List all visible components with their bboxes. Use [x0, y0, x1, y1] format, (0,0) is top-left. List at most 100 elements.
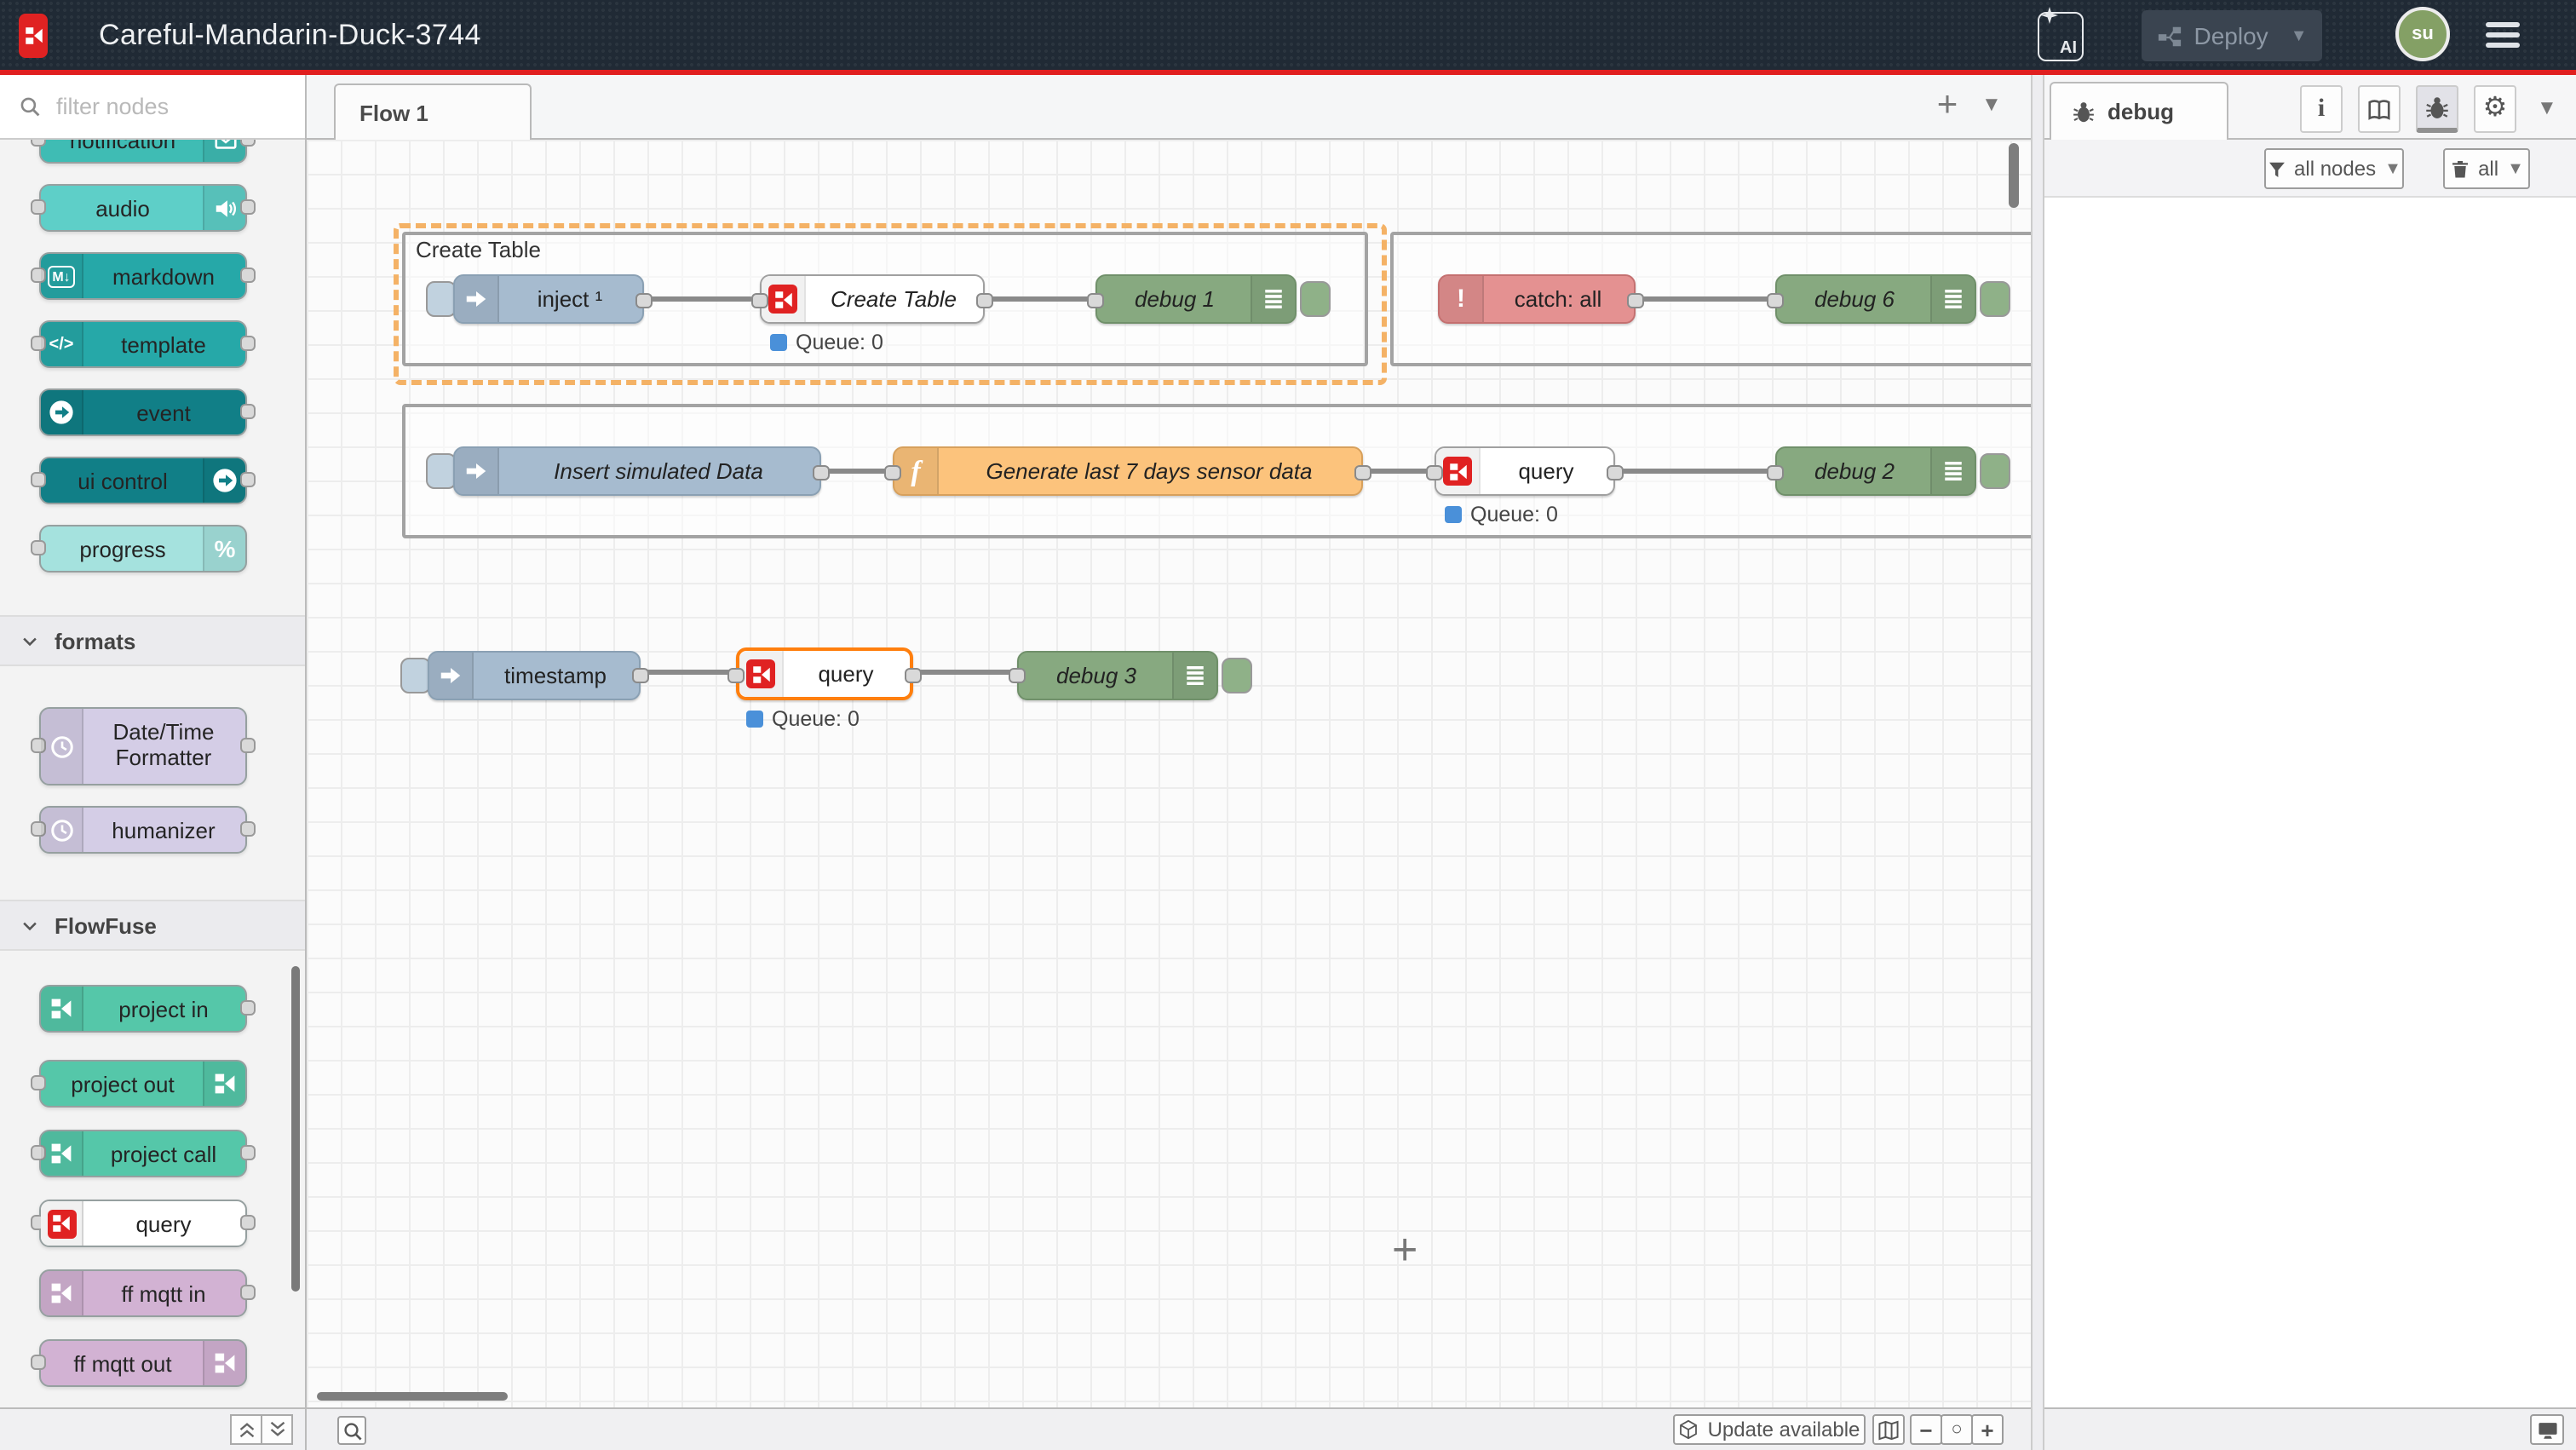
search-flows-button[interactable]	[337, 1416, 366, 1445]
port[interactable]	[727, 668, 745, 683]
debug-toggle-button[interactable]	[1980, 453, 2010, 489]
palette-node-project-in[interactable]: project in	[39, 985, 247, 1033]
port[interactable]	[240, 1000, 256, 1016]
wire[interactable]	[1619, 469, 1770, 474]
sidebar-splitter[interactable]	[2031, 75, 2044, 1450]
node-query-2[interactable]: query	[1435, 446, 1615, 496]
port[interactable]	[1627, 292, 1644, 308]
palette-node-ui-control[interactable]: ui control	[39, 457, 247, 504]
add-flow-button[interactable]: +	[1925, 82, 1969, 129]
port[interactable]	[240, 268, 256, 283]
sidebar-tab-debug-button[interactable]	[2416, 85, 2458, 133]
tab-flow-1[interactable]: Flow 1	[334, 83, 532, 140]
palette-node-event[interactable]: event	[39, 388, 247, 436]
node-debug-1[interactable]: debug 1	[1095, 274, 1297, 324]
port[interactable]	[240, 821, 256, 837]
palette-node-project-call[interactable]: project call	[39, 1130, 247, 1177]
wire[interactable]	[917, 670, 1012, 675]
sidebar-tabs-dropdown-icon[interactable]: ▼	[2537, 95, 2557, 119]
port[interactable]	[240, 1215, 256, 1230]
debug-clear-button[interactable]: all ▼	[2443, 148, 2530, 189]
palette-node-progress[interactable]: progress %	[39, 525, 247, 573]
port[interactable]	[1354, 464, 1371, 480]
deploy-button[interactable]: Deploy ▼	[2142, 10, 2322, 61]
node-debug-3[interactable]: debug 3	[1017, 651, 1218, 700]
expand-all-categories-button[interactable]	[261, 1414, 293, 1445]
palette-node-ff-mqtt-out[interactable]: ff mqtt out	[39, 1339, 247, 1387]
port[interactable]	[1426, 464, 1443, 480]
port[interactable]	[240, 336, 256, 351]
navigator-map-button[interactable]	[1872, 1414, 1905, 1445]
port[interactable]	[813, 464, 830, 480]
sidebar-tab-info-button[interactable]: i	[2300, 85, 2343, 133]
port[interactable]	[1767, 464, 1784, 480]
filter-nodes-input[interactable]	[53, 92, 281, 121]
debug-toggle-button[interactable]	[1222, 658, 1252, 693]
sidebar-tab-help-button[interactable]	[2358, 85, 2401, 133]
palette-node-template[interactable]: </> template	[39, 320, 247, 368]
sidebar-tab-config-button[interactable]: ⚙	[2474, 85, 2516, 133]
canvas-horizontal-scrollbar[interactable]	[317, 1392, 508, 1401]
port[interactable]	[240, 1145, 256, 1160]
port[interactable]	[240, 199, 256, 215]
wire[interactable]	[1366, 469, 1429, 474]
wire[interactable]	[821, 469, 888, 474]
palette-node-markdown[interactable]: M↓ markdown	[39, 252, 247, 300]
open-dashboard-button[interactable]	[2530, 1414, 2564, 1445]
inject-trigger-button[interactable]	[426, 453, 457, 489]
zoom-out-button[interactable]: −	[1910, 1414, 1942, 1445]
palette-node-project-out[interactable]: project out	[39, 1060, 247, 1108]
palette-node-query[interactable]: query	[39, 1200, 247, 1247]
port[interactable]	[905, 668, 922, 683]
inject-trigger-button[interactable]	[400, 658, 431, 693]
deploy-dropdown-icon[interactable]: ▼	[2291, 26, 2308, 45]
palette-node-audio[interactable]: audio	[39, 184, 247, 232]
port[interactable]	[240, 404, 256, 419]
palette-scrollbar[interactable]	[291, 966, 300, 1292]
port[interactable]	[976, 292, 993, 308]
canvas-vertical-scrollbar[interactable]	[2009, 143, 2019, 208]
node-catch-all[interactable]: ! catch: all	[1438, 274, 1636, 324]
wire[interactable]	[1636, 296, 1770, 302]
inject-trigger-button[interactable]	[426, 281, 457, 317]
port[interactable]	[884, 464, 901, 480]
debug-toggle-button[interactable]	[1300, 281, 1331, 317]
collapse-all-categories-button[interactable]	[230, 1414, 262, 1445]
port[interactable]	[1087, 292, 1104, 308]
ai-assistant-button[interactable]: AI	[2038, 12, 2084, 61]
palette-node-humanizer[interactable]: humanizer	[39, 806, 247, 854]
node-create-table[interactable]: Create Table	[760, 274, 985, 324]
wire[interactable]	[647, 296, 753, 302]
palette-section-flowfuse[interactable]: FlowFuse	[0, 900, 305, 951]
sidebar-tab-debug[interactable]: debug	[2050, 82, 2228, 140]
update-available-button[interactable]: Update available	[1673, 1414, 1866, 1445]
port[interactable]	[240, 472, 256, 487]
node-generate-sensor-data[interactable]: f Generate last 7 days sensor data	[893, 446, 1363, 496]
flow-canvas[interactable]: Create Table inject ¹ Create Table Queue…	[307, 140, 2031, 1407]
port[interactable]	[632, 668, 649, 683]
port[interactable]	[1607, 464, 1624, 480]
palette-node-ff-mqtt-in[interactable]: ff mqtt in	[39, 1269, 247, 1317]
node-debug-2[interactable]: debug 2	[1775, 446, 1976, 496]
port[interactable]	[635, 292, 653, 308]
port[interactable]	[1767, 292, 1784, 308]
port[interactable]	[240, 1285, 256, 1300]
palette-node-datetime-formatter[interactable]: Date/Time Formatter	[39, 707, 247, 785]
node-inject[interactable]: inject ¹	[453, 274, 644, 324]
debug-filter-button[interactable]: all nodes ▼	[2264, 148, 2404, 189]
user-avatar[interactable]: su	[2395, 7, 2450, 61]
node-query-3-selected[interactable]: query	[736, 647, 913, 700]
zoom-reset-button[interactable]: ○	[1941, 1414, 1973, 1445]
debug-toggle-button[interactable]	[1980, 281, 2010, 317]
wire[interactable]	[644, 670, 731, 675]
port[interactable]	[751, 292, 768, 308]
node-debug-6[interactable]: debug 6	[1775, 274, 1976, 324]
port[interactable]	[1009, 668, 1026, 683]
node-timestamp[interactable]: timestamp	[428, 651, 641, 700]
node-insert-simulated-data[interactable]: Insert simulated Data	[453, 446, 821, 496]
zoom-in-button[interactable]: +	[1971, 1414, 2004, 1445]
palette-section-formats[interactable]: formats	[0, 615, 305, 666]
port[interactable]	[240, 738, 256, 753]
main-menu-button[interactable]	[2486, 22, 2520, 48]
wire[interactable]	[988, 296, 1092, 302]
